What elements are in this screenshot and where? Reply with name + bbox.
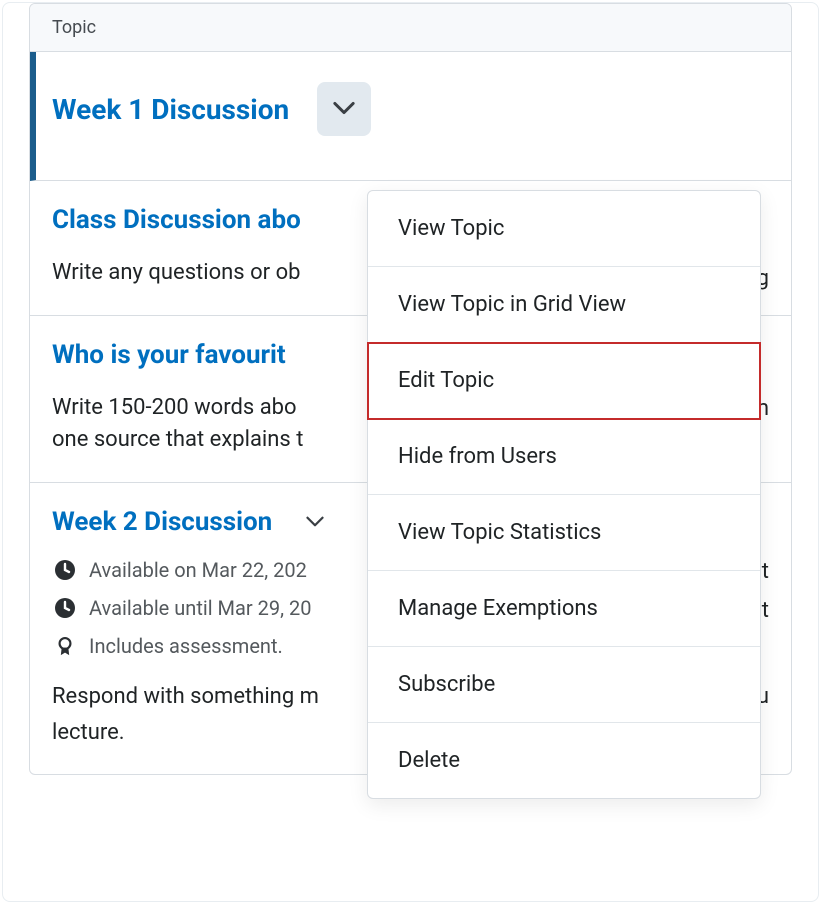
chevron-down-icon[interactable] [306,516,324,527]
topic-title-link[interactable]: Week 2 Discussion [52,507,272,537]
topic-title-line: Week 1 Discussion [52,82,769,136]
menu-item-delete[interactable]: Delete [368,723,760,798]
topic-row: Week 1 Discussion [30,52,791,181]
availability-end-text: Available until Mar 29, 20 [89,596,311,620]
menu-item-view-topic[interactable]: View Topic [368,191,760,267]
menu-item-hide[interactable]: Hide from Users [368,419,760,495]
topic-actions-menu: View Topic View Topic in Grid View Edit … [367,190,761,799]
ribbon-icon [52,633,78,659]
table-header: Topic [30,4,791,52]
chevron-down-icon [333,101,355,118]
topic-actions-button[interactable] [317,82,371,136]
menu-item-subscribe[interactable]: Subscribe [368,647,760,723]
availability-start-text: Available on Mar 22, 202 [89,558,307,582]
table-header-label: Topic [52,17,96,38]
menu-item-edit-topic[interactable]: Edit Topic [368,343,760,419]
menu-item-grid-view[interactable]: View Topic in Grid View [368,267,760,343]
topic-title-link[interactable]: Class Discussion abo [52,205,301,235]
menu-item-statistics[interactable]: View Topic Statistics [368,495,760,571]
topic-title-link[interactable]: Week 1 Discussion [52,93,289,126]
clock-icon [52,595,78,621]
assessment-text: Includes assessment. [89,634,283,658]
topic-title-link[interactable]: Who is your favourit [52,340,286,370]
menu-item-exemptions[interactable]: Manage Exemptions [368,571,760,647]
clock-icon [52,557,78,583]
